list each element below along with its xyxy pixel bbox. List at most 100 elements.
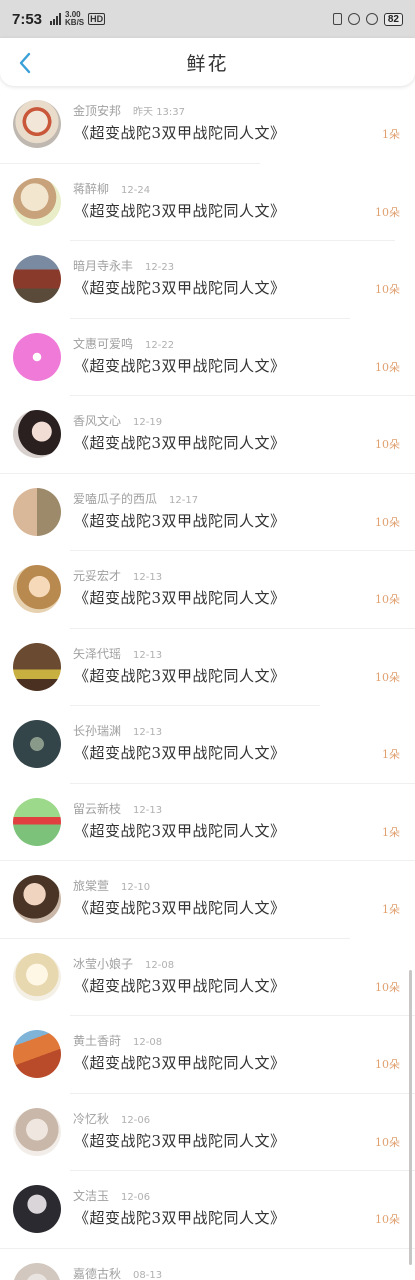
page-title: 鲜花 xyxy=(186,52,229,75)
back-button[interactable] xyxy=(10,48,40,78)
name-line: 文洁玉 12-06 xyxy=(73,1187,150,1204)
gift-date: 12-08 xyxy=(145,959,175,971)
name-line: 嘉德古秋 08-13 xyxy=(73,1265,162,1280)
book-title: 《超变战陀3双甲战陀同人文》 xyxy=(74,1209,286,1227)
avatar[interactable] xyxy=(13,1107,61,1156)
avatar[interactable] xyxy=(13,410,61,458)
book-title: 《超变战陀3双甲战陀同人文》 xyxy=(74,744,286,762)
name-line: 香风文心 12-19 xyxy=(73,412,162,429)
flower-count: 10朵 xyxy=(375,515,400,529)
avatar[interactable] xyxy=(13,255,61,303)
list-item[interactable]: 金顶安邦 昨天 13:37 《超变战陀3双甲战陀同人文》 1朵 xyxy=(0,86,415,164)
flower-count: 10朵 xyxy=(375,593,400,606)
list-item[interactable]: 旅棠萱 12-10 《超变战陀3双甲战陀同人文》 1朵 xyxy=(0,861,415,939)
list-item[interactable]: 文惠可爱鸣 12-22 《超变战陀3双甲战陀同人文》 10朵 xyxy=(0,319,415,396)
list-item[interactable]: 长孙瑞渊 12-13 《超变战陀3双甲战陀同人文》 1朵 xyxy=(0,706,415,784)
flower-count: 10朵 xyxy=(375,1213,400,1226)
flower-count: 10朵 xyxy=(375,205,400,219)
avatar[interactable] xyxy=(13,565,61,613)
book-title: 《超变战陀3双甲战陀同人文》 xyxy=(74,201,286,220)
avatar[interactable] xyxy=(13,875,61,923)
avatar[interactable] xyxy=(13,332,61,381)
name-line: 金顶安邦 昨天 13:37 xyxy=(73,102,185,119)
avatar[interactable] xyxy=(13,1030,61,1078)
flower-count: 10朵 xyxy=(375,283,400,296)
user-name[interactable]: 暗月寺永丰 xyxy=(73,259,133,273)
user-name[interactable]: 长孙瑞渊 xyxy=(73,724,121,738)
network-speed: 3.00 KB/S xyxy=(65,11,84,27)
user-name[interactable]: 爱嗑瓜子的西瓜 xyxy=(73,492,157,506)
name-line: 旅棠萱 12-10 xyxy=(73,877,150,894)
avatar[interactable] xyxy=(13,100,61,148)
gift-date: 12-10 xyxy=(121,882,151,893)
name-line: 蒋醉柳 12-24 xyxy=(73,180,150,197)
avatar[interactable] xyxy=(13,952,61,1001)
book-title: 《超变战陀3双甲战陀同人文》 xyxy=(74,511,286,530)
list-item[interactable]: 嘉德古秋 08-13 xyxy=(0,1249,415,1280)
gift-date: 12-19 xyxy=(133,417,163,428)
scrollbar[interactable] xyxy=(409,970,412,1265)
name-line: 留云新枝 12-13 xyxy=(73,800,162,817)
avatar[interactable] xyxy=(13,487,61,536)
name-line: 冰莹小娘子 12-08 xyxy=(73,955,174,972)
status-bar: 7:53 3.00 KB/S HD 82 xyxy=(0,0,415,38)
book-title: 《超变战陀3双甲战陀同人文》 xyxy=(74,976,286,995)
book-title: 《超变战陀3双甲战陀同人文》 xyxy=(74,666,286,685)
list-item[interactable]: 冰莹小娘子 12-08 《超变战陀3双甲战陀同人文》 10朵 xyxy=(0,939,415,1016)
gift-date: 12-13 xyxy=(133,727,163,738)
alarm-icon xyxy=(365,13,378,25)
book-title: 《超变战陀3双甲战陀同人文》 xyxy=(74,821,286,840)
avatar[interactable] xyxy=(13,797,61,846)
user-name[interactable]: 黄土香莳 xyxy=(73,1034,121,1048)
status-time: 7:53 xyxy=(12,10,43,28)
name-line: 长孙瑞渊 12-13 xyxy=(73,722,162,739)
list-item[interactable]: 冷忆秋 12-06 《超变战陀3双甲战陀同人文》 10朵 xyxy=(0,1094,415,1171)
book-title: 《超变战陀3双甲战陀同人文》 xyxy=(74,589,286,607)
flower-count: 10朵 xyxy=(375,360,400,374)
flower-count: 1朵 xyxy=(382,748,400,761)
gift-date: 12-17 xyxy=(169,494,199,506)
user-name[interactable]: 留云新枝 xyxy=(73,802,121,816)
user-name[interactable]: 金顶安邦 xyxy=(73,104,121,118)
gift-date: 12-08 xyxy=(133,1037,163,1048)
user-name[interactable]: 蒋醉柳 xyxy=(73,182,109,196)
gift-date: 12-22 xyxy=(145,339,175,351)
name-line: 元妥宏才 12-13 xyxy=(73,567,162,584)
user-name[interactable]: 旅棠萱 xyxy=(73,879,109,893)
user-name[interactable]: 矢泽代瑶 xyxy=(73,647,121,661)
gift-date: 12-13 xyxy=(133,572,163,583)
list-item[interactable]: 蒋醉柳 12-24 《超变战陀3双甲战陀同人文》 10朵 xyxy=(0,164,415,241)
gift-date: 12-24 xyxy=(121,184,151,196)
list-item[interactable]: 黄土香莳 12-08 《超变战陀3双甲战陀同人文》 10朵 xyxy=(0,1016,415,1094)
status-right-icons: 82 xyxy=(332,12,403,26)
gift-date: 昨天 13:37 xyxy=(133,107,186,118)
book-title: 《超变战陀3双甲战陀同人文》 xyxy=(74,1131,286,1150)
flower-list: 金顶安邦 昨天 13:37 《超变战陀3双甲战陀同人文》 1朵 蒋醉柳 12-24 … xyxy=(0,86,415,1280)
list-item[interactable]: 香风文心 12-19 《超变战陀3双甲战陀同人文》 10朵 xyxy=(0,396,415,474)
avatar[interactable] xyxy=(13,1262,61,1280)
name-line: 冷忆秋 12-06 xyxy=(73,1110,150,1127)
user-name[interactable]: 冷忆秋 xyxy=(73,1112,109,1126)
user-name[interactable]: 嘉德古秋 xyxy=(73,1267,121,1280)
user-name[interactable]: 香风文心 xyxy=(73,414,121,428)
list-item[interactable]: 矢泽代瑶 12-13 《超变战陀3双甲战陀同人文》 10朵 xyxy=(0,629,415,706)
gift-date: 08-13 xyxy=(133,1269,163,1280)
avatar[interactable] xyxy=(13,720,61,768)
avatar[interactable] xyxy=(13,177,61,226)
list-item[interactable]: 留云新枝 12-13 《超变战陀3双甲战陀同人文》 1朵 xyxy=(0,784,415,861)
list-item[interactable]: 元妥宏才 12-13 《超变战陀3双甲战陀同人文》 10朵 xyxy=(0,551,415,629)
flower-count: 10朵 xyxy=(375,670,400,684)
signal-icon xyxy=(50,13,62,25)
list-item[interactable]: 文洁玉 12-06 《超变战陀3双甲战陀同人文》 10朵 xyxy=(0,1171,415,1249)
user-name[interactable]: 文惠可爱鸣 xyxy=(73,337,133,351)
avatar[interactable] xyxy=(13,1185,61,1233)
list-item[interactable]: 爱嗑瓜子的西瓜 12-17 《超变战陀3双甲战陀同人文》 10朵 xyxy=(0,474,415,551)
avatar[interactable] xyxy=(13,642,61,691)
book-title: 《超变战陀3双甲战陀同人文》 xyxy=(74,356,286,375)
name-line: 黄土香莳 12-08 xyxy=(73,1032,162,1049)
user-name[interactable]: 文洁玉 xyxy=(73,1189,109,1203)
header: 鲜花 xyxy=(0,38,415,86)
list-item[interactable]: 暗月寺永丰 12-23 《超变战陀3双甲战陀同人文》 10朵 xyxy=(0,241,415,319)
user-name[interactable]: 元妥宏才 xyxy=(73,569,121,583)
user-name[interactable]: 冰莹小娘子 xyxy=(73,957,133,971)
